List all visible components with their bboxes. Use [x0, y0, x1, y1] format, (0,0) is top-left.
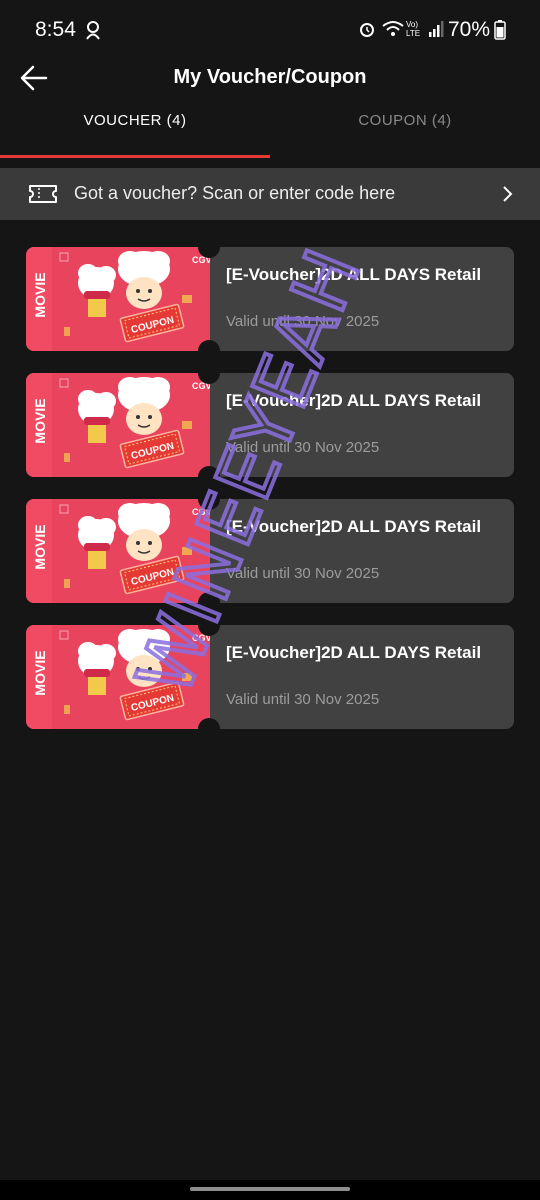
tab-active-indicator [0, 155, 270, 158]
voucher-title: [E-Voucher]2D ALL DAYS Retail [226, 643, 482, 662]
coupon-mascot-illustration: CGV COUPON [52, 499, 210, 603]
chevron-right-icon [502, 185, 514, 208]
voucher-image: MOVIE CGV COUPON [26, 247, 210, 351]
voucher-title: [E-Voucher]2D ALL DAYS Retail [226, 265, 482, 284]
tab-bar: VOUCHER (4) COUPON (4) [0, 100, 540, 160]
voucher-card[interactable]: MOVIE CGV COUPON [E-Voucher]2D ALL DAYS … [26, 236, 514, 362]
tab-coupon[interactable]: COUPON (4) [270, 112, 540, 129]
voucher-details: [E-Voucher]2D ALL DAYS Retail Valid unti… [210, 625, 514, 729]
voucher-image: MOVIE CGV COUPON [26, 625, 210, 729]
scan-voucher-bar[interactable]: Got a voucher? Scan or enter code here [0, 168, 540, 220]
voucher-details: [E-Voucher]2D ALL DAYS Retail Valid unti… [210, 499, 514, 603]
notification-icon [84, 20, 102, 45]
voucher-image: MOVIE CGV COUPON [26, 499, 210, 603]
voucher-image: MOVIE CGV COUPON [26, 373, 210, 477]
status-bar: 8:54 Vo) LTE 70% [0, 0, 540, 58]
system-nav-bar [0, 1180, 540, 1200]
home-indicator[interactable] [190, 1187, 350, 1191]
page-title: My Voucher/Coupon [173, 66, 367, 88]
battery-icon [494, 20, 506, 45]
battery-percent: 70% [447, 18, 490, 41]
voucher-list: MOVIE CGV COUPON [E-Voucher]2D ALL DAYS … [26, 236, 514, 751]
voucher-title: [E-Voucher]2D ALL DAYS Retail [226, 517, 482, 536]
ticket-icon [28, 183, 58, 210]
scan-prompt-text: Got a voucher? Scan or enter code here [74, 183, 396, 203]
status-time: 8:54 [35, 18, 76, 41]
voucher-card[interactable]: MOVIE CGV COUPON [E-Voucher]2D ALL DAYS … [26, 362, 514, 488]
alarm-icon [358, 20, 376, 43]
voucher-title: [E-Voucher]2D ALL DAYS Retail [226, 391, 482, 410]
wifi-icon [382, 20, 404, 43]
voucher-details: [E-Voucher]2D ALL DAYS Retail Valid unti… [210, 247, 514, 351]
voucher-validity: Valid until 30 Nov 2025 [226, 565, 380, 582]
coupon-mascot-illustration: CGV COUPON [52, 247, 210, 351]
signal-icon [428, 20, 444, 43]
voucher-card[interactable]: MOVIE CGV COUPON [E-Voucher]2D ALL DAYS … [26, 614, 514, 740]
voucher-category: MOVIE [32, 272, 48, 318]
voucher-validity: Valid until 30 Nov 2025 [226, 439, 380, 456]
voucher-category: MOVIE [32, 650, 48, 696]
lte-label: Vo) LTE [406, 20, 421, 38]
voucher-card[interactable]: MOVIE CGV COUPON [E-Voucher]2D ALL DAYS … [26, 488, 514, 614]
voucher-category: MOVIE [32, 398, 48, 444]
voucher-validity: Valid until 30 Nov 2025 [226, 691, 380, 708]
coupon-mascot-illustration: CGV COUPON [52, 625, 210, 729]
voucher-details: [E-Voucher]2D ALL DAYS Retail Valid unti… [210, 373, 514, 477]
app-header: My Voucher/Coupon [0, 58, 540, 98]
coupon-mascot-illustration: CGV COUPON [52, 373, 210, 477]
voucher-validity: Valid until 30 Nov 2025 [226, 313, 380, 330]
voucher-category: MOVIE [32, 524, 48, 570]
tab-voucher[interactable]: VOUCHER (4) [0, 112, 270, 129]
